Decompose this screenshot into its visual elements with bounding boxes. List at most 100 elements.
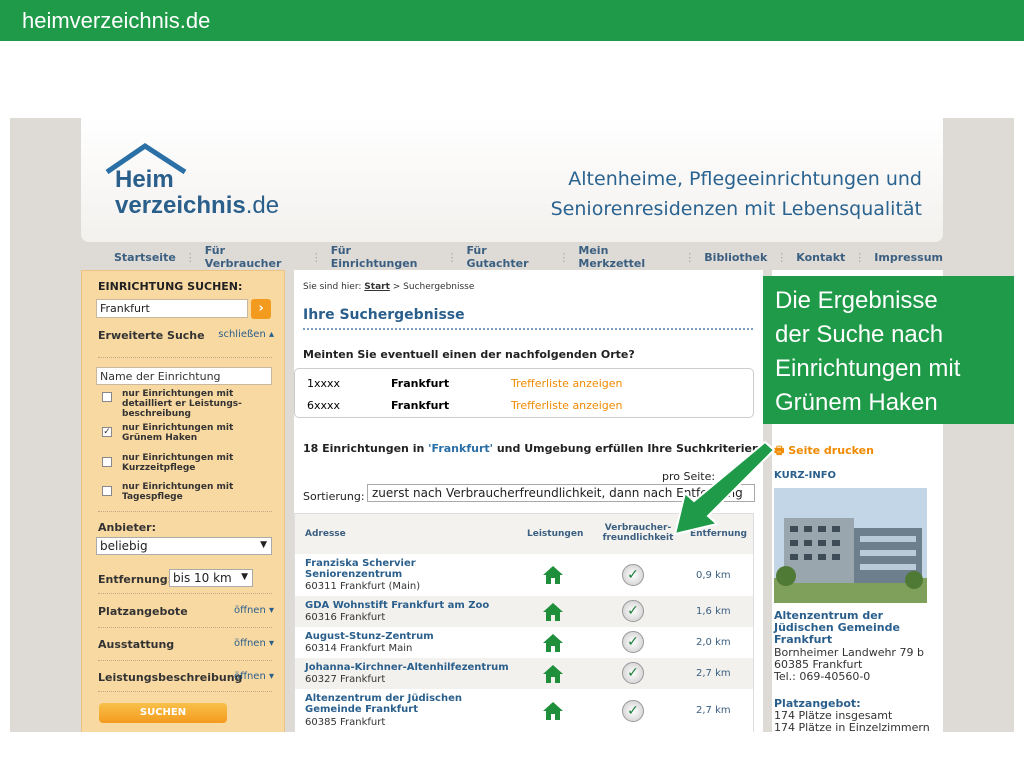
logo-line1[interactable]: Heim	[115, 166, 174, 194]
chevron-down-icon: ▼	[241, 572, 248, 582]
distance: 2,7 km	[696, 668, 731, 679]
facility-name[interactable]: August-Stunz-Zentrum	[305, 631, 515, 642]
breadcrumb-start-link[interactable]: Start	[364, 282, 390, 292]
leistung-label: Leistungsbeschreibung	[98, 671, 243, 684]
table-row[interactable]: GDA Wohnstift Frankfurt am Zoo 60316 Fra…	[295, 596, 753, 627]
search-button[interactable]: SUCHEN	[99, 703, 227, 723]
arrow-icon	[673, 440, 776, 536]
results-heading: Ihre Suchergebnisse	[303, 307, 465, 323]
table-row[interactable]: August-Stunz-Zentrum 60314 Frankfurt Mai…	[295, 627, 753, 658]
nav-merkzettel[interactable]: Mein Merkzettel	[578, 244, 675, 270]
facility-address: 60316 Frankfurt	[305, 612, 386, 623]
check-kurzzeit-label: nur Einrichtungen mit Kurzzeitpflege	[122, 453, 234, 473]
nav-gutachter[interactable]: Für Gutachter	[466, 244, 549, 270]
check-green-checkbox[interactable]: ✓	[102, 427, 112, 437]
house-icon[interactable]	[542, 664, 564, 684]
col-verbraucher: Verbraucher-freundlichkeit	[602, 523, 674, 543]
facility-name[interactable]: Johanna-Kirchner-Altenhilfezentrum	[305, 662, 525, 673]
location-options-box: 1xxxx Frankfurt Trefferliste anzeigen 6x…	[294, 368, 754, 418]
check-detail-checkbox[interactable]	[102, 392, 112, 402]
distance: 0,9 km	[696, 570, 731, 581]
house-icon[interactable]	[542, 633, 564, 653]
option-city: Frankfurt	[391, 399, 450, 412]
option-code: 1xxxx	[307, 377, 341, 390]
platzangebote-open-link[interactable]: öffnen ▾	[234, 605, 274, 616]
nav-verbraucher[interactable]: Für Verbraucher	[205, 244, 302, 270]
house-icon[interactable]	[542, 701, 564, 721]
leistung-open-link[interactable]: öffnen ▾	[234, 671, 274, 682]
platzangebote-row: Platzangebote öffnen ▾	[98, 605, 274, 618]
green-check-icon[interactable]: ✓	[622, 662, 644, 684]
breadcrumb-prefix: Sie sind hier:	[303, 282, 362, 292]
green-check-icon[interactable]: ✓	[622, 564, 644, 586]
slide-title: heimverzeichnis.de	[22, 8, 211, 33]
site-container: Heim verzeichnis.de Altenheime, Pflegeei…	[81, 118, 943, 732]
check-kurzzeit-checkbox[interactable]	[102, 457, 112, 467]
logo-line2[interactable]: verzeichnis.de	[115, 192, 279, 220]
facility-name-input[interactable]: Name der Einrichtung	[96, 367, 272, 385]
facility-address: 60314 Frankfurt Main	[305, 643, 413, 654]
slide-title-bar: heimverzeichnis.de	[0, 0, 1024, 41]
facility-name[interactable]: GDA Wohnstift Frankfurt am Zoo	[305, 600, 515, 611]
anbieter-select[interactable]: beliebig ▼	[96, 537, 272, 555]
facility-name-line: Frankfurt	[774, 633, 833, 646]
green-check-icon[interactable]: ✓	[622, 631, 644, 653]
table-row[interactable]: Altenzentrum der Jüdischen Gemeinde Fran…	[295, 689, 753, 731]
green-check-icon[interactable]: ✓	[622, 700, 644, 722]
option-link[interactable]: Trefferliste anzeigen	[511, 377, 622, 390]
search-heading: EINRICHTUNG SUCHEN:	[98, 280, 243, 293]
facility-photo[interactable]	[774, 488, 927, 603]
anbieter-label: Anbieter:	[98, 521, 156, 534]
nav-separator: ⋮	[558, 250, 570, 264]
divider	[98, 511, 272, 512]
nav-separator: ⋮	[446, 250, 458, 264]
check-tages-checkbox[interactable]	[102, 486, 112, 496]
distance: 1,6 km	[696, 606, 731, 617]
site-header: Heim verzeichnis.de Altenheime, Pflegeei…	[81, 118, 943, 242]
entfernung-select[interactable]: bis 10 km ▼	[169, 569, 253, 587]
nav-kontakt[interactable]: Kontakt	[796, 251, 845, 264]
anbieter-value: beliebig	[100, 539, 148, 553]
col-adresse: Adresse	[305, 529, 346, 539]
website-screenshot: Heim verzeichnis.de Altenheime, Pflegeei…	[10, 118, 1014, 732]
platzangebote-label: Platzangebote	[98, 605, 188, 618]
house-icon[interactable]	[542, 565, 564, 585]
option-link[interactable]: Trefferliste anzeigen	[511, 399, 622, 412]
divider	[98, 660, 272, 661]
divider	[98, 627, 272, 628]
nav-separator: ⋮	[310, 250, 322, 264]
chevron-down-icon: ▼	[260, 540, 267, 550]
advanced-close-link[interactable]: schließen ▴	[218, 329, 274, 340]
nav-bibliothek[interactable]: Bibliothek	[704, 251, 767, 264]
platz-single: 174 Plätze in Einzelzimmern	[774, 721, 930, 733]
did-you-mean: Meinten Sie eventuell einen der nachfolg…	[303, 348, 635, 361]
nav-startseite[interactable]: Startseite	[114, 251, 176, 264]
ausstattung-open-link[interactable]: öffnen ▾	[234, 638, 274, 649]
logo-suffix: .de	[245, 192, 280, 219]
print-link[interactable]: 🖶 Seite drucken	[774, 442, 874, 461]
divider	[98, 357, 272, 358]
facility-name[interactable]: Altenzentrum der Jüdischen Gemeinde Fran…	[305, 693, 480, 715]
house-icon[interactable]	[542, 602, 564, 622]
facility-address: 60327 Frankfurt	[305, 674, 386, 685]
green-check-icon[interactable]: ✓	[622, 600, 644, 622]
nav-einrichtungen[interactable]: Für Einrichtungen	[331, 244, 438, 270]
found-query: 'Frankfurt'	[428, 442, 493, 455]
nav-separator: ⋮	[184, 250, 196, 264]
table-row[interactable]: Johanna-Kirchner-Altenhilfezentrum 60327…	[295, 658, 753, 689]
go-button[interactable]: ›	[251, 299, 271, 319]
facility-phone: Tel.: 069-40560-0	[774, 670, 871, 683]
ausstattung-label: Ausstattung	[98, 638, 175, 651]
results-table: Adresse Leistungen Verbraucher-freundlic…	[294, 513, 754, 732]
distance: 2,0 km	[696, 637, 731, 648]
nav-impressum[interactable]: Impressum	[874, 251, 943, 264]
print-label: Seite drucken	[788, 444, 874, 457]
facility-name[interactable]: Franziska Schervier Seniorenzentrum	[305, 558, 475, 580]
col-leistungen: Leistungen	[527, 529, 584, 539]
location-input[interactable]: Frankfurt	[96, 299, 248, 318]
main-nav: Startseite ⋮ Für Verbraucher ⋮ Für Einrich…	[81, 244, 943, 270]
nav-separator: ⋮	[776, 250, 788, 264]
table-row[interactable]: Franziska Schervier Seniorenzentrum 6031…	[295, 554, 753, 596]
check-tages-label: nur Einrichtungen mit Tagespflege	[122, 482, 234, 502]
leistung-row: Leistungsbeschreibung öffnen ▾	[98, 671, 274, 684]
